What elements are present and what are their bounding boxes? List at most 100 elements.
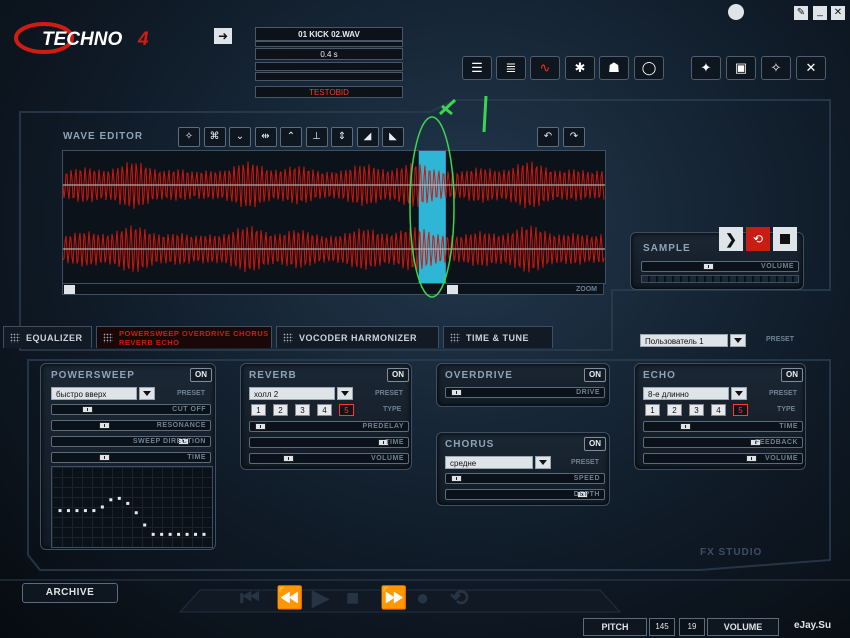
rewind-icon[interactable]: ⏪ — [276, 585, 303, 611]
curve-point[interactable] — [109, 498, 113, 502]
ramp-up-icon[interactable]: ◢ — [356, 127, 379, 147]
waveform-display[interactable] — [62, 150, 606, 284]
slider-thumb[interactable] — [745, 455, 757, 462]
reverb-preset-select[interactable]: холл 2 — [249, 387, 335, 400]
load-arrow-icon[interactable]: ➜ — [214, 28, 232, 44]
slider-thumb[interactable] — [99, 422, 111, 429]
pitch-fine-value[interactable]: 19 — [679, 618, 705, 636]
global-preset-select[interactable]: Пользователь 1 — [640, 334, 728, 347]
forward-icon[interactable]: ⏩ — [380, 585, 407, 611]
echo-on-button[interactable]: ON — [781, 368, 803, 382]
fade-out-icon[interactable]: ⌃ — [280, 127, 302, 147]
normalize-icon[interactable]: ✧ — [178, 127, 200, 147]
slider-thumb[interactable] — [702, 263, 714, 270]
chevron-down-icon[interactable] — [535, 456, 551, 469]
curve-point[interactable] — [177, 532, 181, 536]
tab-vocoder[interactable]: VOCODER HARMONIZER — [276, 326, 439, 348]
waveform-canvas[interactable] — [62, 151, 605, 283]
curve-point[interactable] — [160, 532, 164, 536]
slider[interactable]: CUT OFF — [51, 404, 211, 415]
slider-thumb[interactable] — [679, 423, 691, 430]
globe-icon[interactable] — [728, 4, 744, 20]
chevron-down-icon[interactable] — [730, 334, 746, 347]
fade-in-icon[interactable]: ⌄ — [229, 127, 251, 147]
slider[interactable]: PREDELAY — [249, 421, 409, 432]
ramp-down-icon[interactable]: ◣ — [382, 127, 404, 147]
redo-button[interactable]: ↷ — [563, 127, 585, 147]
overdrive-on-button[interactable]: ON — [584, 368, 606, 382]
curve-point[interactable] — [92, 509, 96, 513]
curve-point[interactable] — [126, 501, 130, 505]
slider[interactable]: SPEED — [445, 473, 605, 484]
type-button-1[interactable]: 1 — [645, 404, 660, 416]
slider[interactable]: DEPTH — [445, 489, 605, 500]
curve-point[interactable] — [58, 509, 62, 513]
grid-box-icon[interactable]: ▣ — [726, 56, 756, 80]
robot-icon[interactable]: ☗ — [599, 56, 629, 80]
stop-icon[interactable]: ■ — [346, 585, 359, 611]
reverb-on-button[interactable]: ON — [387, 368, 409, 382]
curve-point[interactable] — [185, 532, 189, 536]
wave-editor-icon[interactable]: ∿ — [530, 56, 560, 80]
sweep-curve[interactable] — [52, 467, 212, 547]
undo-button[interactable]: ↶ — [537, 127, 559, 147]
type-button-3[interactable]: 3 — [689, 404, 704, 416]
wrench-icon[interactable]: ✎ — [794, 6, 808, 20]
slider[interactable]: TIME — [643, 421, 803, 432]
close-icon[interactable]: ✕ — [831, 6, 845, 20]
slider-thumb[interactable] — [451, 389, 463, 396]
curve-point[interactable] — [134, 511, 138, 515]
slider-thumb[interactable] — [451, 475, 463, 482]
powersweep-preset-select[interactable]: быстро вверх — [51, 387, 137, 400]
minimize-icon[interactable]: _ — [813, 6, 827, 20]
chorus-on-button[interactable]: ON — [584, 437, 606, 451]
type-button-5[interactable]: 5 — [733, 404, 748, 416]
type-button-5[interactable]: 5 — [339, 404, 354, 416]
type-button-4[interactable]: 4 — [317, 404, 332, 416]
chevron-down-icon[interactable] — [139, 387, 155, 400]
play-icon[interactable]: ▶ — [312, 585, 329, 611]
chevron-down-icon[interactable] — [731, 387, 747, 400]
type-button-2[interactable]: 2 — [667, 404, 682, 416]
record-icon[interactable]: ● — [416, 585, 429, 611]
reverse-icon[interactable]: ⌘ — [203, 127, 226, 147]
stop-sample-button[interactable] — [773, 227, 797, 251]
machine-icon[interactable]: ✦ — [691, 56, 721, 80]
sweep-curve-display[interactable] — [51, 466, 213, 548]
curve-point[interactable] — [168, 532, 172, 536]
slider[interactable]: VOLUME — [249, 453, 409, 464]
slider[interactable]: FEEDBACK — [643, 437, 803, 448]
amplify-icon[interactable]: ⇕ — [331, 127, 353, 147]
detail-list-icon[interactable]: ≣ — [496, 56, 526, 80]
zoom-scrollbar[interactable]: ZOOM — [62, 283, 604, 295]
rewind-start-icon[interactable]: ⏮ — [240, 585, 260, 611]
tab-time-tune[interactable]: TIME & TUNE — [443, 326, 553, 348]
slider[interactable]: TIME — [249, 437, 409, 448]
slider-thumb[interactable] — [282, 455, 294, 462]
slider[interactable]: RESONANCE — [51, 420, 211, 431]
slider-thumb[interactable] — [81, 406, 93, 413]
tab-equalizer[interactable]: EQUALIZER — [3, 326, 92, 348]
sample-volume-slider[interactable]: VOLUME — [641, 261, 799, 272]
type-button-2[interactable]: 2 — [273, 404, 288, 416]
crossfade-icon[interactable]: ✕ — [796, 56, 826, 80]
slider-thumb[interactable] — [255, 423, 267, 430]
type-button-3[interactable]: 3 — [295, 404, 310, 416]
tab-powersweep[interactable]: POWERSWEEP OVERDRIVE CHORUS REVERB ECHO — [96, 326, 272, 348]
ring-icon[interactable]: ◯ — [634, 56, 664, 80]
curve-point[interactable] — [194, 532, 198, 536]
chevron-down-icon[interactable] — [337, 387, 353, 400]
curve-point[interactable] — [117, 496, 121, 500]
scroll-start-handle[interactable] — [64, 285, 75, 294]
curve-point[interactable] — [66, 509, 70, 513]
slider[interactable]: DRIVE — [445, 387, 605, 398]
powersweep-on-button[interactable]: ON — [190, 368, 212, 382]
loop-icon[interactable]: ⟲ — [450, 585, 468, 611]
curve-point[interactable] — [75, 509, 79, 513]
slider-thumb[interactable] — [99, 454, 111, 461]
curve-point[interactable] — [143, 523, 147, 527]
curve-point[interactable] — [202, 532, 206, 536]
chorus-preset-select[interactable]: средне — [445, 456, 533, 469]
slider[interactable]: SWEEP DIRECTION — [51, 436, 211, 447]
play-sample-button[interactable]: ❯ — [719, 227, 743, 251]
